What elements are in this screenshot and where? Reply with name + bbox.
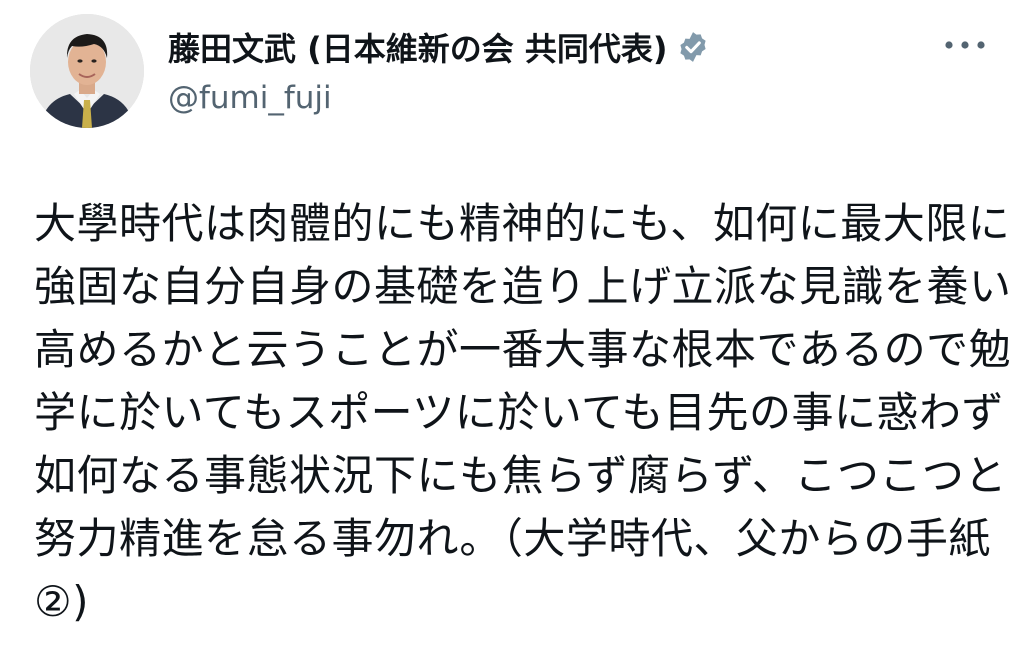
tweet-text-line: 如何なる事態状況下にも焦らず腐らず、こつこつと <box>34 451 1007 500</box>
tweet-card: 藤田文武 (日本維新の会 共同代表) @fumi_fuji 大學時代は肉體的にも… <box>0 0 1024 653</box>
verified-badge-icon <box>676 30 710 64</box>
tweet-text-line: ②) <box>34 577 90 626</box>
tweet-text-line: 強固な自分自身の基礎を造り上げ立派な見識を養い <box>34 262 1012 311</box>
tweet-text: 大學時代は肉體的にも精神的にも、如何に最大限に 強固な自分自身の基礎を造り上げ立… <box>34 192 1012 633</box>
author-handle[interactable]: @fumi_fuji <box>168 80 332 116</box>
tweet-text-line: 大學時代は肉體的にも精神的にも、如何に最大限に <box>34 199 1011 248</box>
more-options-button[interactable] <box>940 30 990 60</box>
avatar[interactable] <box>30 14 144 128</box>
author-name-row: 藤田文武 (日本維新の会 共同代表) <box>168 24 710 70</box>
tweet-text-line: 高めるかと云うことが一番大事な根本であるので勉 <box>34 325 1012 374</box>
author-display-name[interactable]: 藤田文武 (日本維新の会 共同代表) <box>168 24 668 70</box>
more-options-icon <box>945 41 985 49</box>
avatar-image <box>30 14 144 128</box>
tweet-text-line: 学に於いてもスポーツに於いても目先の事に惑わず <box>34 388 1004 437</box>
tweet-text-line: 努力精進を怠る事勿れ。（大学時代、父からの手紙 <box>34 514 991 563</box>
